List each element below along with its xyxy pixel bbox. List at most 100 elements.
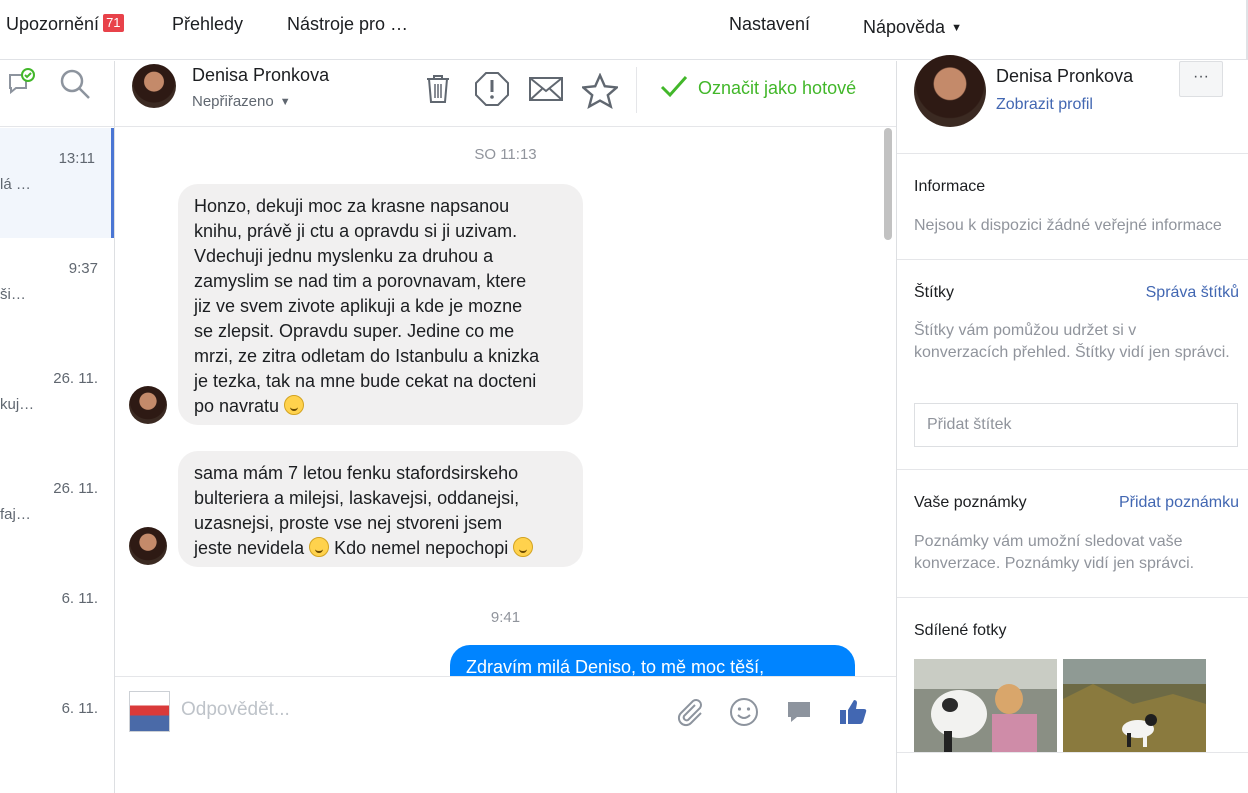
conversation-snippet: faj… — [0, 506, 31, 523]
nav-notifications[interactable]: Upozornění 71 — [6, 14, 124, 35]
nav-help-label: Nápověda — [863, 17, 946, 37]
conversation-time: 26. 11. — [53, 370, 98, 387]
conversation-header: Denisa Pronkova Nepřiřazeno ▼ Označit jak… — [115, 61, 896, 127]
header-divider — [636, 67, 637, 113]
message-line: bulteriera a milejsi, laskavejsi, oddane… — [194, 488, 520, 508]
conversation-snippet: ši… — [0, 286, 26, 303]
chat-check-icon[interactable] — [6, 67, 38, 99]
sender-avatar — [129, 386, 167, 424]
view-profile-link[interactable]: Zobrazit profil — [996, 96, 1093, 114]
message-line: knihu, právě ji ctu a opravdu si ji uziv… — [194, 221, 518, 241]
caret-down-icon: ▼ — [279, 96, 291, 109]
profile-name: Denisa Pronkova — [996, 66, 1134, 86]
message-line: mrzi, ze zitra odletam do Istanbulu a kn… — [194, 346, 540, 366]
profile-avatar[interactable] — [914, 55, 986, 127]
nav-help[interactable]: Nápověda ▼ — [863, 17, 962, 38]
saved-reply-icon[interactable] — [783, 696, 815, 728]
message-line: Vdechuji jednu myslenku za druhou a — [194, 246, 494, 266]
message-bubble[interactable]: sama mám 7 letou fenku stafordsirskeho b… — [178, 451, 583, 567]
message-line: Honzo, dekuji moc za krasne napsanou — [194, 196, 510, 216]
my-message-bubble[interactable]: Zdravím milá Deniso, to mě moc těší, — [450, 645, 855, 676]
trash-icon[interactable] — [420, 71, 456, 107]
manage-tags-link[interactable]: Správa štítků — [1146, 284, 1239, 302]
message-thread: SO 11:13 Honzo, dekuji moc za krasne nap… — [115, 128, 896, 676]
conversation-snippet: kuj… — [0, 396, 35, 413]
conversation-item[interactable]: 6. 11. — [0, 678, 114, 788]
message-line: je tezka, tak na mne bude cekat na docte… — [194, 371, 537, 391]
spam-icon[interactable] — [474, 71, 510, 107]
scrollbar-thumb[interactable] — [884, 128, 892, 240]
message-line: jiz ve svem zivote aplikuji a kde je moz… — [194, 296, 523, 316]
smile-emoji-icon — [309, 537, 330, 557]
message-line: uzasnejsi, proste vse nej stvoreni jsem — [194, 513, 503, 533]
contact-name[interactable]: Denisa Pronkova — [192, 65, 329, 86]
message-line: se zlepsit. Opravdu super. Jedine co me — [194, 321, 515, 341]
conversation-snippet: lá … — [0, 176, 31, 193]
mail-icon[interactable] — [528, 71, 564, 107]
notes-text: Poznámky vám umožní sledovat vaše konver… — [914, 533, 1195, 572]
mark-done-button[interactable]: Označit jako hotové — [660, 75, 856, 99]
conversation-list: 13:11 lá … 9:37 ši… 26. 11. kuj… 26. 11.… — [0, 61, 115, 793]
add-tag-input[interactable]: Přidat štítek — [914, 403, 1238, 447]
nav-tools[interactable]: Nástroje pro … — [287, 14, 408, 35]
conversation-time: 26. 11. — [53, 480, 98, 497]
profile-panel: Denisa Pronkova Zobrazit profil ··· Info… — [896, 55, 1248, 793]
message-line-last: jeste nevidela Kdo nemel nepochopi — [194, 536, 567, 561]
add-note-link[interactable]: Přidat poznámku — [1119, 494, 1239, 512]
composer: Odpovědět... — [115, 676, 896, 793]
notifications-badge: 71 — [103, 14, 124, 32]
info-title: Informace — [914, 178, 986, 195]
notes-title: Vaše poznámky — [914, 494, 1027, 511]
check-icon — [660, 76, 688, 98]
shared-photos-title: Sdílené fotky — [914, 622, 1007, 639]
mark-done-label: Označit jako hotové — [698, 78, 857, 98]
tags-section: Štítky Správa štítků Štítky vám pomůžou … — [897, 260, 1248, 470]
panel-divider — [897, 752, 1248, 753]
conversation-item[interactable]: 9:37 ši… — [0, 238, 114, 348]
info-section: Informace Nejsou k dispozici žádné veřej… — [897, 154, 1248, 260]
page-avatar — [129, 691, 170, 732]
notes-section: Vaše poznámky Přidat poznámku Poznámky v… — [897, 470, 1248, 598]
more-options-button[interactable]: ··· — [1179, 61, 1223, 97]
reply-input[interactable]: Odpovědět... — [181, 699, 290, 721]
conversation-time: 6. 11. — [61, 590, 98, 607]
conversation-pane: Denisa Pronkova Nepřiřazeno ▼ Označit jak… — [115, 61, 896, 793]
conversation-item[interactable]: 13:11 lá … — [0, 128, 114, 238]
smile-emoji-icon — [513, 537, 534, 557]
tags-title: Štítky — [914, 284, 955, 301]
message-line-last: po navratu — [194, 394, 567, 419]
conversation-item[interactable]: 6. 11. — [0, 568, 114, 678]
profile-header: Denisa Pronkova Zobrazit profil ··· — [897, 55, 1248, 154]
conversation-time: 9:37 — [68, 260, 98, 277]
shared-photo[interactable] — [1063, 659, 1206, 753]
nav-settings[interactable]: Nastavení — [729, 14, 810, 35]
caret-down-icon: ▼ — [951, 22, 962, 35]
assignee-dropdown[interactable]: Nepřiřazeno ▼ — [192, 93, 291, 110]
message-text: po navratu — [194, 396, 280, 416]
conversation-time: 6. 11. — [61, 700, 98, 717]
smile-emoji-icon — [284, 395, 305, 415]
paperclip-icon[interactable] — [673, 696, 705, 728]
nav-overviews[interactable]: Přehledy — [172, 14, 243, 35]
timestamp: SO 11:13 — [474, 146, 537, 163]
tags-text: Štítky vám pomůžou udržet si v konverzac… — [914, 322, 1230, 361]
sender-avatar — [129, 527, 167, 565]
message-text: jeste nevidela — [194, 538, 305, 558]
message-line: Zdravím milá Deniso, to mě moc těší, — [466, 657, 765, 676]
message-line: zamyslim se nad tim a porovnavam, ktere — [194, 271, 527, 291]
info-text: Nejsou k dispozici žádné veřejné informa… — [914, 217, 1222, 234]
message-bubble[interactable]: Honzo, dekuji moc za krasne napsanou kni… — [178, 184, 583, 425]
conversation-item[interactable]: 26. 11. kuj… — [0, 348, 114, 458]
nav-notifications-label: Upozornění — [6, 14, 100, 34]
star-icon[interactable] — [582, 73, 618, 109]
shared-photo[interactable] — [914, 659, 1057, 753]
search-icon[interactable] — [58, 67, 92, 101]
emoji-icon[interactable] — [728, 696, 760, 728]
assignee-label: Nepřiřazeno — [192, 93, 274, 110]
top-navigation: Upozornění 71 Přehledy Nástroje pro … Nas… — [0, 0, 1248, 60]
thumbs-up-icon[interactable] — [837, 696, 869, 728]
timestamp: 9:41 — [490, 609, 521, 626]
conversation-time: 13:11 — [58, 150, 95, 167]
conversation-item[interactable]: 26. 11. faj… — [0, 458, 114, 568]
avatar[interactable] — [132, 64, 176, 108]
